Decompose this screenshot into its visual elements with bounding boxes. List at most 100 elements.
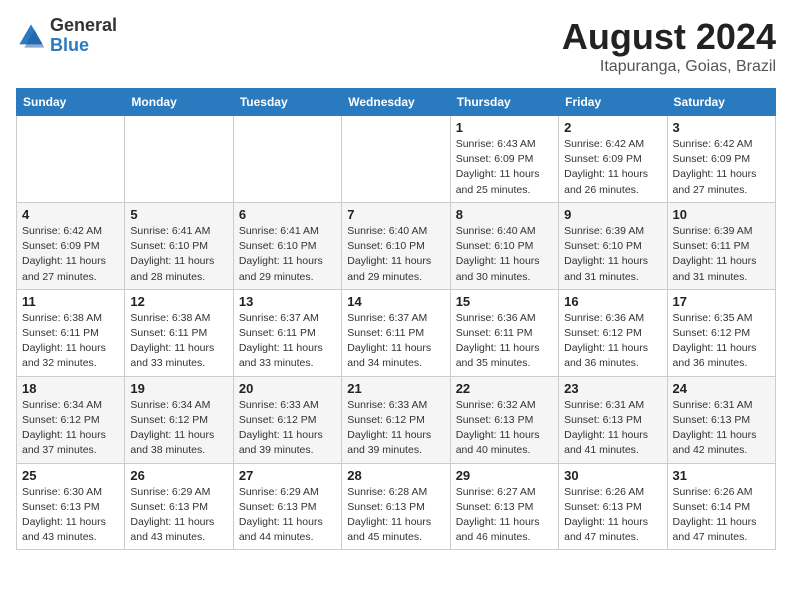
day-number: 11 (22, 294, 119, 309)
calendar-week-row: 25 Sunrise: 6:30 AM Sunset: 6:13 PM Dayli… (17, 463, 776, 550)
day-number: 20 (239, 381, 336, 396)
day-info: Sunrise: 6:35 AM Sunset: 6:12 PM Dayligh… (673, 311, 770, 372)
calendar-day-16: 16 Sunrise: 6:36 AM Sunset: 6:12 PM Dayli… (559, 289, 667, 376)
day-info: Sunrise: 6:42 AM Sunset: 6:09 PM Dayligh… (673, 137, 770, 198)
calendar-day-empty (125, 116, 233, 203)
day-info: Sunrise: 6:31 AM Sunset: 6:13 PM Dayligh… (673, 398, 770, 459)
calendar-day-12: 12 Sunrise: 6:38 AM Sunset: 6:11 PM Dayli… (125, 289, 233, 376)
day-info: Sunrise: 6:26 AM Sunset: 6:14 PM Dayligh… (673, 485, 770, 546)
calendar-day-6: 6 Sunrise: 6:41 AM Sunset: 6:10 PM Daylig… (233, 202, 341, 289)
calendar-day-29: 29 Sunrise: 6:27 AM Sunset: 6:13 PM Dayli… (450, 463, 558, 550)
day-info: Sunrise: 6:37 AM Sunset: 6:11 PM Dayligh… (239, 311, 336, 372)
calendar-week-row: 18 Sunrise: 6:34 AM Sunset: 6:12 PM Dayli… (17, 376, 776, 463)
calendar-day-26: 26Sunrise: 6:29 AM Sunset: 6:13 PM Dayli… (125, 463, 233, 550)
calendar-day-19: 19 Sunrise: 6:34 AM Sunset: 6:12 PM Dayli… (125, 376, 233, 463)
day-number: 24 (673, 381, 770, 396)
calendar-day-18: 18Sunrise: 6:34 AM Sunset: 6:12 PM Dayli… (17, 376, 125, 463)
calendar-day-20: 20Sunrise: 6:33 AM Sunset: 6:12 PM Dayli… (233, 376, 341, 463)
calendar-day-11: 11 Sunrise: 6:38 AM Sunset: 6:11 PM Dayli… (17, 289, 125, 376)
calendar-week-row: 4Sunrise: 6:42 AM Sunset: 6:09 PM Daylig… (17, 202, 776, 289)
day-number: 16 (564, 294, 661, 309)
day-number: 1 (456, 120, 553, 135)
calendar-day-4: 4Sunrise: 6:42 AM Sunset: 6:09 PM Daylig… (17, 202, 125, 289)
day-info: Sunrise: 6:40 AM Sunset: 6:10 PM Dayligh… (456, 224, 553, 285)
day-info: Sunrise: 6:43 AM Sunset: 6:09 PM Dayligh… (456, 137, 553, 198)
day-number: 4 (22, 207, 119, 222)
calendar-day-empty (342, 116, 450, 203)
calendar-day-22: 22Sunrise: 6:32 AM Sunset: 6:13 PM Dayli… (450, 376, 558, 463)
day-info: Sunrise: 6:37 AM Sunset: 6:11 PM Dayligh… (347, 311, 444, 372)
day-number: 8 (456, 207, 553, 222)
weekday-header-tuesday: Tuesday (233, 89, 341, 116)
day-info: Sunrise: 6:27 AM Sunset: 6:13 PM Dayligh… (456, 485, 553, 546)
day-info: Sunrise: 6:30 AM Sunset: 6:13 PM Dayligh… (22, 485, 119, 546)
day-info: Sunrise: 6:34 AM Sunset: 6:12 PM Dayligh… (130, 398, 227, 459)
day-info: Sunrise: 6:31 AM Sunset: 6:13 PM Dayligh… (564, 398, 661, 459)
day-number: 14 (347, 294, 444, 309)
day-info: Sunrise: 6:41 AM Sunset: 6:10 PM Dayligh… (130, 224, 227, 285)
day-number: 9 (564, 207, 661, 222)
day-info: Sunrise: 6:39 AM Sunset: 6:11 PM Dayligh… (673, 224, 770, 285)
day-number: 17 (673, 294, 770, 309)
calendar-day-5: 5 Sunrise: 6:41 AM Sunset: 6:10 PM Daylig… (125, 202, 233, 289)
day-info: Sunrise: 6:38 AM Sunset: 6:11 PM Dayligh… (130, 311, 227, 372)
logo-general: General (50, 15, 117, 35)
day-number: 23 (564, 381, 661, 396)
calendar-day-30: 30Sunrise: 6:26 AM Sunset: 6:13 PM Dayli… (559, 463, 667, 550)
calendar-day-15: 15 Sunrise: 6:36 AM Sunset: 6:11 PM Dayli… (450, 289, 558, 376)
day-number: 30 (564, 468, 661, 483)
day-number: 28 (347, 468, 444, 483)
calendar-day-24: 24 Sunrise: 6:31 AM Sunset: 6:13 PM Dayli… (667, 376, 775, 463)
day-number: 13 (239, 294, 336, 309)
calendar-day-3: 3 Sunrise: 6:42 AM Sunset: 6:09 PM Daylig… (667, 116, 775, 203)
calendar-day-27: 27Sunrise: 6:29 AM Sunset: 6:13 PM Dayli… (233, 463, 341, 550)
title-block: August 2024 Itapuranga, Goias, Brazil (562, 16, 776, 76)
day-info: Sunrise: 6:28 AM Sunset: 6:13 PM Dayligh… (347, 485, 444, 546)
day-info: Sunrise: 6:39 AM Sunset: 6:10 PM Dayligh… (564, 224, 661, 285)
day-info: Sunrise: 6:40 AM Sunset: 6:10 PM Dayligh… (347, 224, 444, 285)
calendar-location: Itapuranga, Goias, Brazil (562, 58, 776, 76)
day-number: 22 (456, 381, 553, 396)
weekday-header-sunday: Sunday (17, 89, 125, 116)
calendar-day-9: 9 Sunrise: 6:39 AM Sunset: 6:10 PM Daylig… (559, 202, 667, 289)
day-number: 19 (130, 381, 227, 396)
day-info: Sunrise: 6:36 AM Sunset: 6:11 PM Dayligh… (456, 311, 553, 372)
calendar-day-25: 25 Sunrise: 6:30 AM Sunset: 6:13 PM Dayli… (17, 463, 125, 550)
weekday-header-row: SundayMondayTuesdayWednesdayThursdayFrid… (17, 89, 776, 116)
day-number: 10 (673, 207, 770, 222)
day-number: 12 (130, 294, 227, 309)
calendar-day-31: 31 Sunrise: 6:26 AM Sunset: 6:14 PM Dayli… (667, 463, 775, 550)
weekday-header-thursday: Thursday (450, 89, 558, 116)
calendar-week-row: 1 Sunrise: 6:43 AM Sunset: 6:09 PM Daylig… (17, 116, 776, 203)
calendar-day-empty (233, 116, 341, 203)
day-number: 29 (456, 468, 553, 483)
day-number: 25 (22, 468, 119, 483)
weekday-header-saturday: Saturday (667, 89, 775, 116)
logo-icon (16, 21, 46, 51)
day-number: 15 (456, 294, 553, 309)
logo-text: General Blue (50, 16, 117, 56)
weekday-header-friday: Friday (559, 89, 667, 116)
day-info: Sunrise: 6:41 AM Sunset: 6:10 PM Dayligh… (239, 224, 336, 285)
calendar-day-13: 13 Sunrise: 6:37 AM Sunset: 6:11 PM Dayli… (233, 289, 341, 376)
day-info: Sunrise: 6:38 AM Sunset: 6:11 PM Dayligh… (22, 311, 119, 372)
day-number: 2 (564, 120, 661, 135)
day-number: 3 (673, 120, 770, 135)
day-number: 18 (22, 381, 119, 396)
day-number: 5 (130, 207, 227, 222)
weekday-header-wednesday: Wednesday (342, 89, 450, 116)
day-info: Sunrise: 6:36 AM Sunset: 6:12 PM Dayligh… (564, 311, 661, 372)
weekday-header-monday: Monday (125, 89, 233, 116)
calendar-day-28: 28 Sunrise: 6:28 AM Sunset: 6:13 PM Dayli… (342, 463, 450, 550)
day-info: Sunrise: 6:29 AM Sunset: 6:13 PM Dayligh… (130, 485, 227, 546)
calendar-day-23: 23 Sunrise: 6:31 AM Sunset: 6:13 PM Dayli… (559, 376, 667, 463)
calendar-week-row: 11 Sunrise: 6:38 AM Sunset: 6:11 PM Dayli… (17, 289, 776, 376)
day-number: 6 (239, 207, 336, 222)
day-number: 31 (673, 468, 770, 483)
calendar-day-2: 2Sunrise: 6:42 AM Sunset: 6:09 PM Daylig… (559, 116, 667, 203)
calendar-day-14: 14 Sunrise: 6:37 AM Sunset: 6:11 PM Dayli… (342, 289, 450, 376)
calendar-title: August 2024 (562, 16, 776, 58)
calendar-table: SundayMondayTuesdayWednesdayThursdayFrid… (16, 88, 776, 550)
day-info: Sunrise: 6:33 AM Sunset: 6:12 PM Dayligh… (347, 398, 444, 459)
calendar-day-10: 10 Sunrise: 6:39 AM Sunset: 6:11 PM Dayli… (667, 202, 775, 289)
